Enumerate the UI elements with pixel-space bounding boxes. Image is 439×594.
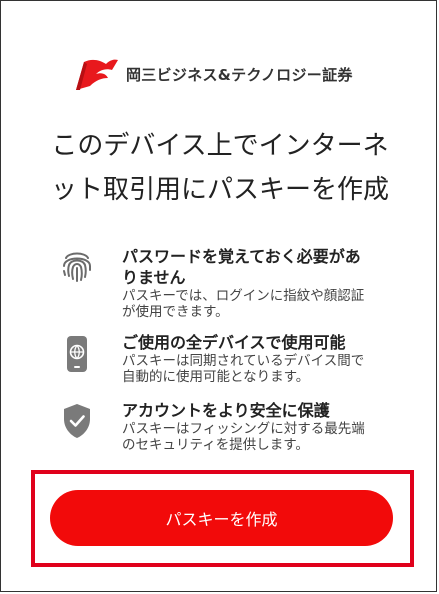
- brand-name: 岡三ビジネス&テクノロジー証券: [126, 65, 353, 84]
- brand-logo-icon: [76, 59, 118, 90]
- feature-description: パスキーでは、ログインに指紋や顔認証 が使用できます。: [122, 288, 365, 320]
- create-passkey-button[interactable]: パスキーを作成: [50, 490, 393, 546]
- feature-title: アカウントをより安全に保護: [122, 401, 330, 420]
- feature-title: パスワードを覚えておく必要があ りません: [122, 247, 361, 287]
- shield-check-icon: [60, 402, 94, 440]
- feature-text: パスワードを覚えておく必要があ りません パスキーでは、ログインに指紋や顔認証 …: [122, 246, 402, 320]
- feature-title: ご使用の全デバイスで使用可能: [122, 333, 346, 352]
- feature-description: パスキーは同期されているデバイス間で 自動的に使用可能となります。: [122, 353, 365, 385]
- feature-text: ご使用の全デバイスで使用可能 パスキーは同期されているデバイス間で 自動的に使用…: [122, 332, 402, 385]
- title-line-1: このデバイス上でインターネ: [51, 131, 389, 161]
- feature-text: アカウントをより安全に保護 パスキーはフィッシングに対する最先端 のセキュリティ…: [122, 400, 402, 453]
- page-title: このデバイス上でインターネ ット取引用にパスキーを作成: [40, 124, 400, 212]
- fingerprint-icon: [60, 248, 94, 286]
- feature-description: パスキーはフィッシングに対する最先端 のセキュリティを提供します。: [122, 421, 365, 453]
- title-line-2: ット取引用にパスキーを作成: [50, 175, 389, 205]
- device-sync-icon: [60, 334, 94, 372]
- brand-header: 岡三ビジネス&テクノロジー証券: [72, 56, 353, 92]
